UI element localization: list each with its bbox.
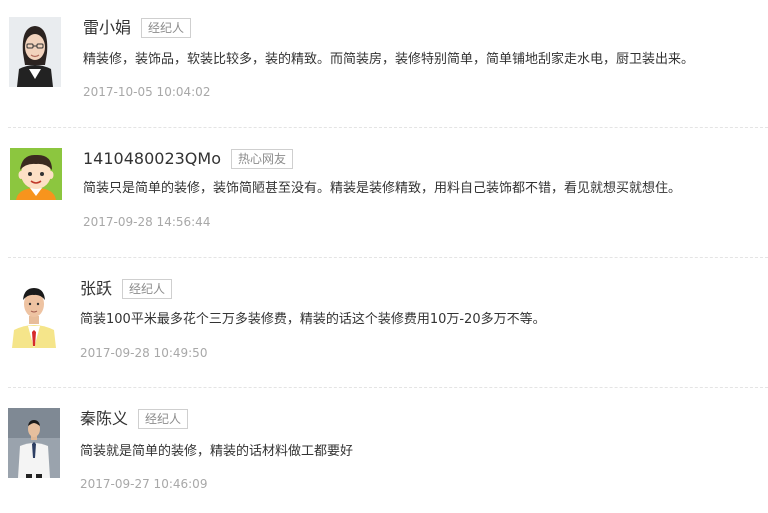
comment-text: 简装只是简单的装修，装饰简陋甚至没有。精装是装修精致，用料自己装饰都不错，看见就…	[83, 181, 682, 196]
role-badge: 经纪人	[122, 279, 173, 299]
comment-header: 雷小娟 经纪人	[83, 17, 192, 39]
comment-header: 秦陈义 经纪人	[80, 408, 189, 430]
comment-text: 简装就是简单的装修，精装的话材料做工都要好	[80, 444, 354, 459]
avatar[interactable]	[10, 148, 62, 200]
timestamp: 2017-10-05 10:04:02	[83, 85, 211, 99]
username[interactable]: 张跃	[80, 278, 112, 300]
role-badge: 热心网友	[230, 149, 293, 169]
man-white-shirt-photo	[8, 408, 60, 478]
timestamp: 2017-09-28 14:56:44	[83, 215, 211, 229]
comment-item: 张跃 经纪人 简装100平米最多花个三万多装修费，精装的话这个装修费用10万-2…	[0, 278, 768, 378]
comment-item: 1410480023QMo 热心网友 简装只是简单的装修，装饰简陋甚至没有。精装…	[0, 148, 768, 248]
comment-text: 简装100平米最多花个三万多装修费，精装的话这个装修费用10万-20多万不等。	[80, 312, 546, 327]
comment-text: 精装修，装饰品，软装比较多，装的精致。而简装房，装修特别简单，简单铺地刮家走水电…	[83, 52, 695, 67]
timestamp: 2017-09-27 10:46:09	[80, 477, 208, 491]
woman-with-glasses-photo	[9, 17, 61, 87]
comment-header: 1410480023QMo 热心网友	[83, 148, 293, 170]
comment-header: 张跃 经纪人	[80, 278, 173, 300]
avatar[interactable]	[9, 17, 61, 87]
divider	[8, 387, 768, 388]
username[interactable]: 1410480023QMo	[83, 148, 221, 170]
username[interactable]: 秦陈义	[80, 408, 128, 430]
avatar[interactable]	[8, 278, 60, 348]
divider	[8, 257, 768, 258]
man-yellow-vest-photo	[8, 278, 60, 348]
comment-item: 雷小娟 经纪人 精装修，装饰品，软装比较多，装的精致。而简装房，装修特别简单，简…	[0, 17, 768, 117]
cartoon-boy-avatar	[10, 148, 62, 200]
comment-item: 秦陈义 经纪人 简装就是简单的装修，精装的话材料做工都要好 2017-09-27…	[0, 408, 768, 508]
role-badge: 经纪人	[141, 18, 192, 38]
timestamp: 2017-09-28 10:49:50	[80, 346, 208, 360]
divider	[8, 127, 768, 128]
avatar[interactable]	[8, 408, 60, 478]
role-badge: 经纪人	[138, 409, 189, 429]
username[interactable]: 雷小娟	[83, 17, 131, 39]
